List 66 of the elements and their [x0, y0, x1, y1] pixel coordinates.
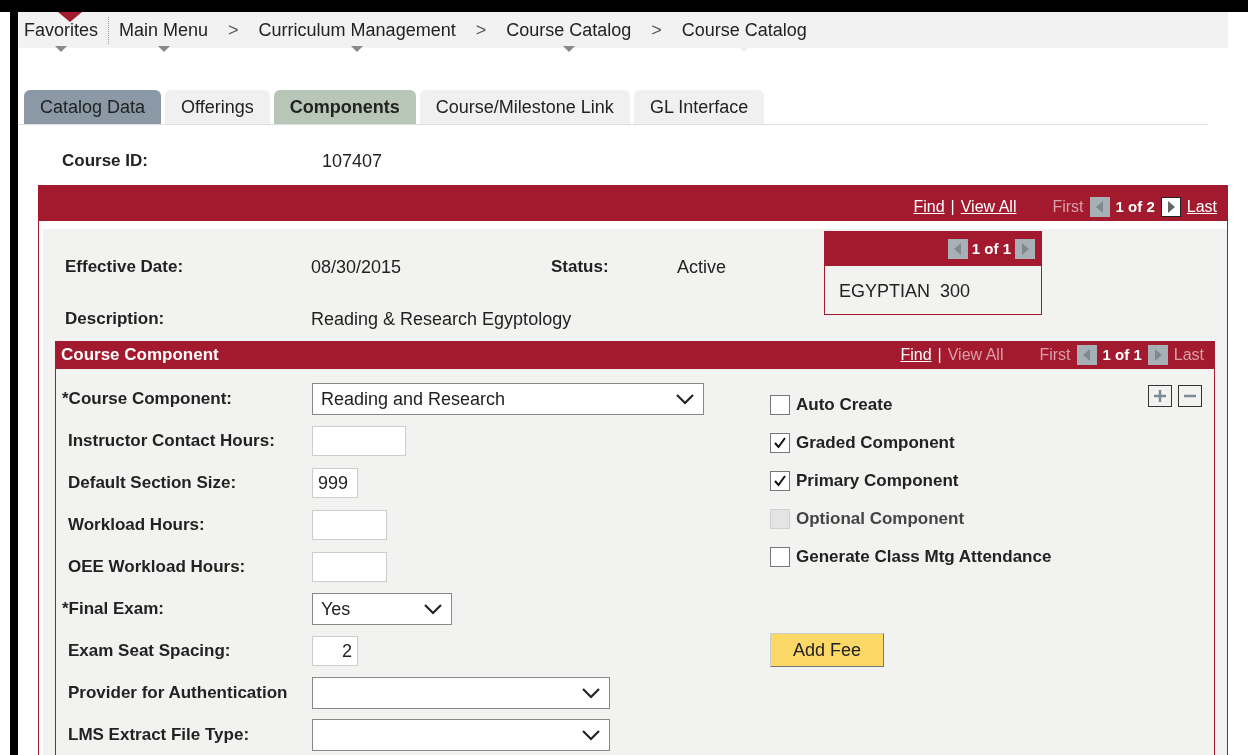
breadcrumb-link[interactable]: Main Menu — [119, 19, 209, 40]
breadcrumb-separator: > — [651, 18, 662, 42]
field-label: Default Section Size: — [67, 472, 238, 495]
checkbox-label: Graded Component — [796, 432, 955, 455]
find-link[interactable]: Find — [913, 195, 945, 219]
field-label: Course ID: — [62, 150, 149, 173]
dropdown[interactable] — [312, 719, 610, 751]
breadcrumb-separator: > — [475, 18, 487, 42]
field-label: OEE Workload Hours: — [67, 556, 247, 579]
tab[interactable]: GL Interface — [633, 90, 765, 124]
tab[interactable]: Components — [273, 90, 416, 124]
field-label: Description: — [64, 308, 166, 331]
tab[interactable]: Offerings — [165, 90, 270, 124]
chevron-down-icon — [581, 687, 601, 699]
field-value: Active — [677, 255, 727, 279]
view-all-link[interactable]: View All — [960, 195, 1017, 219]
field-label: Workload Hours: — [67, 514, 206, 537]
checkbox[interactable] — [770, 471, 790, 491]
field-label: Exam Seat Spacing: — [67, 640, 232, 663]
dropdown[interactable]: Yes — [312, 593, 452, 625]
section-title: Course Component — [61, 344, 219, 367]
tab[interactable]: Catalog Data — [24, 90, 162, 124]
field-label: Provider for Authentication — [67, 682, 289, 705]
chevron-down-icon — [581, 729, 601, 741]
page-counter: 1 of 2 — [1115, 196, 1155, 217]
input-field[interactable] — [312, 510, 387, 540]
checkbox-label: Auto Create — [796, 394, 893, 417]
remove-icon[interactable] — [1178, 385, 1202, 407]
separator-text: | — [937, 345, 942, 365]
input-field[interactable] — [312, 426, 406, 456]
field-label: *Final Exam: — [61, 598, 166, 621]
field-label: Instructor Contact Hours: — [67, 430, 276, 453]
separator-text: | — [950, 197, 955, 217]
checkbox-label: Generate Class Mtg Attendance — [796, 546, 1052, 569]
input-field[interactable]: 2 — [312, 636, 358, 666]
find-link[interactable]: Find — [900, 343, 932, 367]
page-counter: 1 of 1 — [971, 238, 1012, 259]
chevron-down-icon — [423, 603, 443, 615]
breadcrumb-link[interactable]: Course Catalog — [506, 19, 632, 40]
checkbox[interactable] — [770, 547, 790, 567]
field-label: Effective Date: — [64, 256, 185, 279]
breadcrumb-link[interactable]: Favorites — [24, 19, 99, 40]
add-fee-button[interactable]: Add Fee — [770, 633, 884, 667]
offering-value: EGYPTIAN 300 — [838, 280, 972, 303]
checkbox-label: Primary Component — [796, 470, 959, 493]
field-value: 107407 — [322, 149, 383, 173]
input-field[interactable] — [312, 552, 387, 582]
breadcrumb-link[interactable]: Curriculum Management — [258, 19, 456, 40]
last-link[interactable]: Last — [1186, 195, 1217, 219]
dropdown[interactable] — [312, 677, 610, 709]
field-value: Reading & Research Egyptology — [311, 307, 572, 331]
breadcrumb-link[interactable]: Course Catalog — [681, 19, 807, 40]
checkbox[interactable] — [770, 395, 790, 415]
tab[interactable]: Course/Milestone Link — [419, 90, 630, 124]
field-value: 08/30/2015 — [311, 255, 403, 279]
checkbox-label: Optional Component — [796, 508, 965, 531]
checkbox[interactable] — [770, 433, 790, 453]
breadcrumb-separator: > — [228, 18, 239, 42]
dropdown[interactable]: Reading and Research — [312, 383, 704, 415]
add-icon[interactable] — [1148, 385, 1172, 407]
field-label: Status: — [551, 256, 610, 279]
field-label: LMS Extract File Type: — [67, 724, 251, 747]
page-counter: 1 of 1 — [1102, 344, 1142, 365]
input-field[interactable]: 999 — [312, 468, 358, 498]
field-label: *Course Component: — [61, 388, 233, 411]
chevron-down-icon — [675, 393, 695, 405]
